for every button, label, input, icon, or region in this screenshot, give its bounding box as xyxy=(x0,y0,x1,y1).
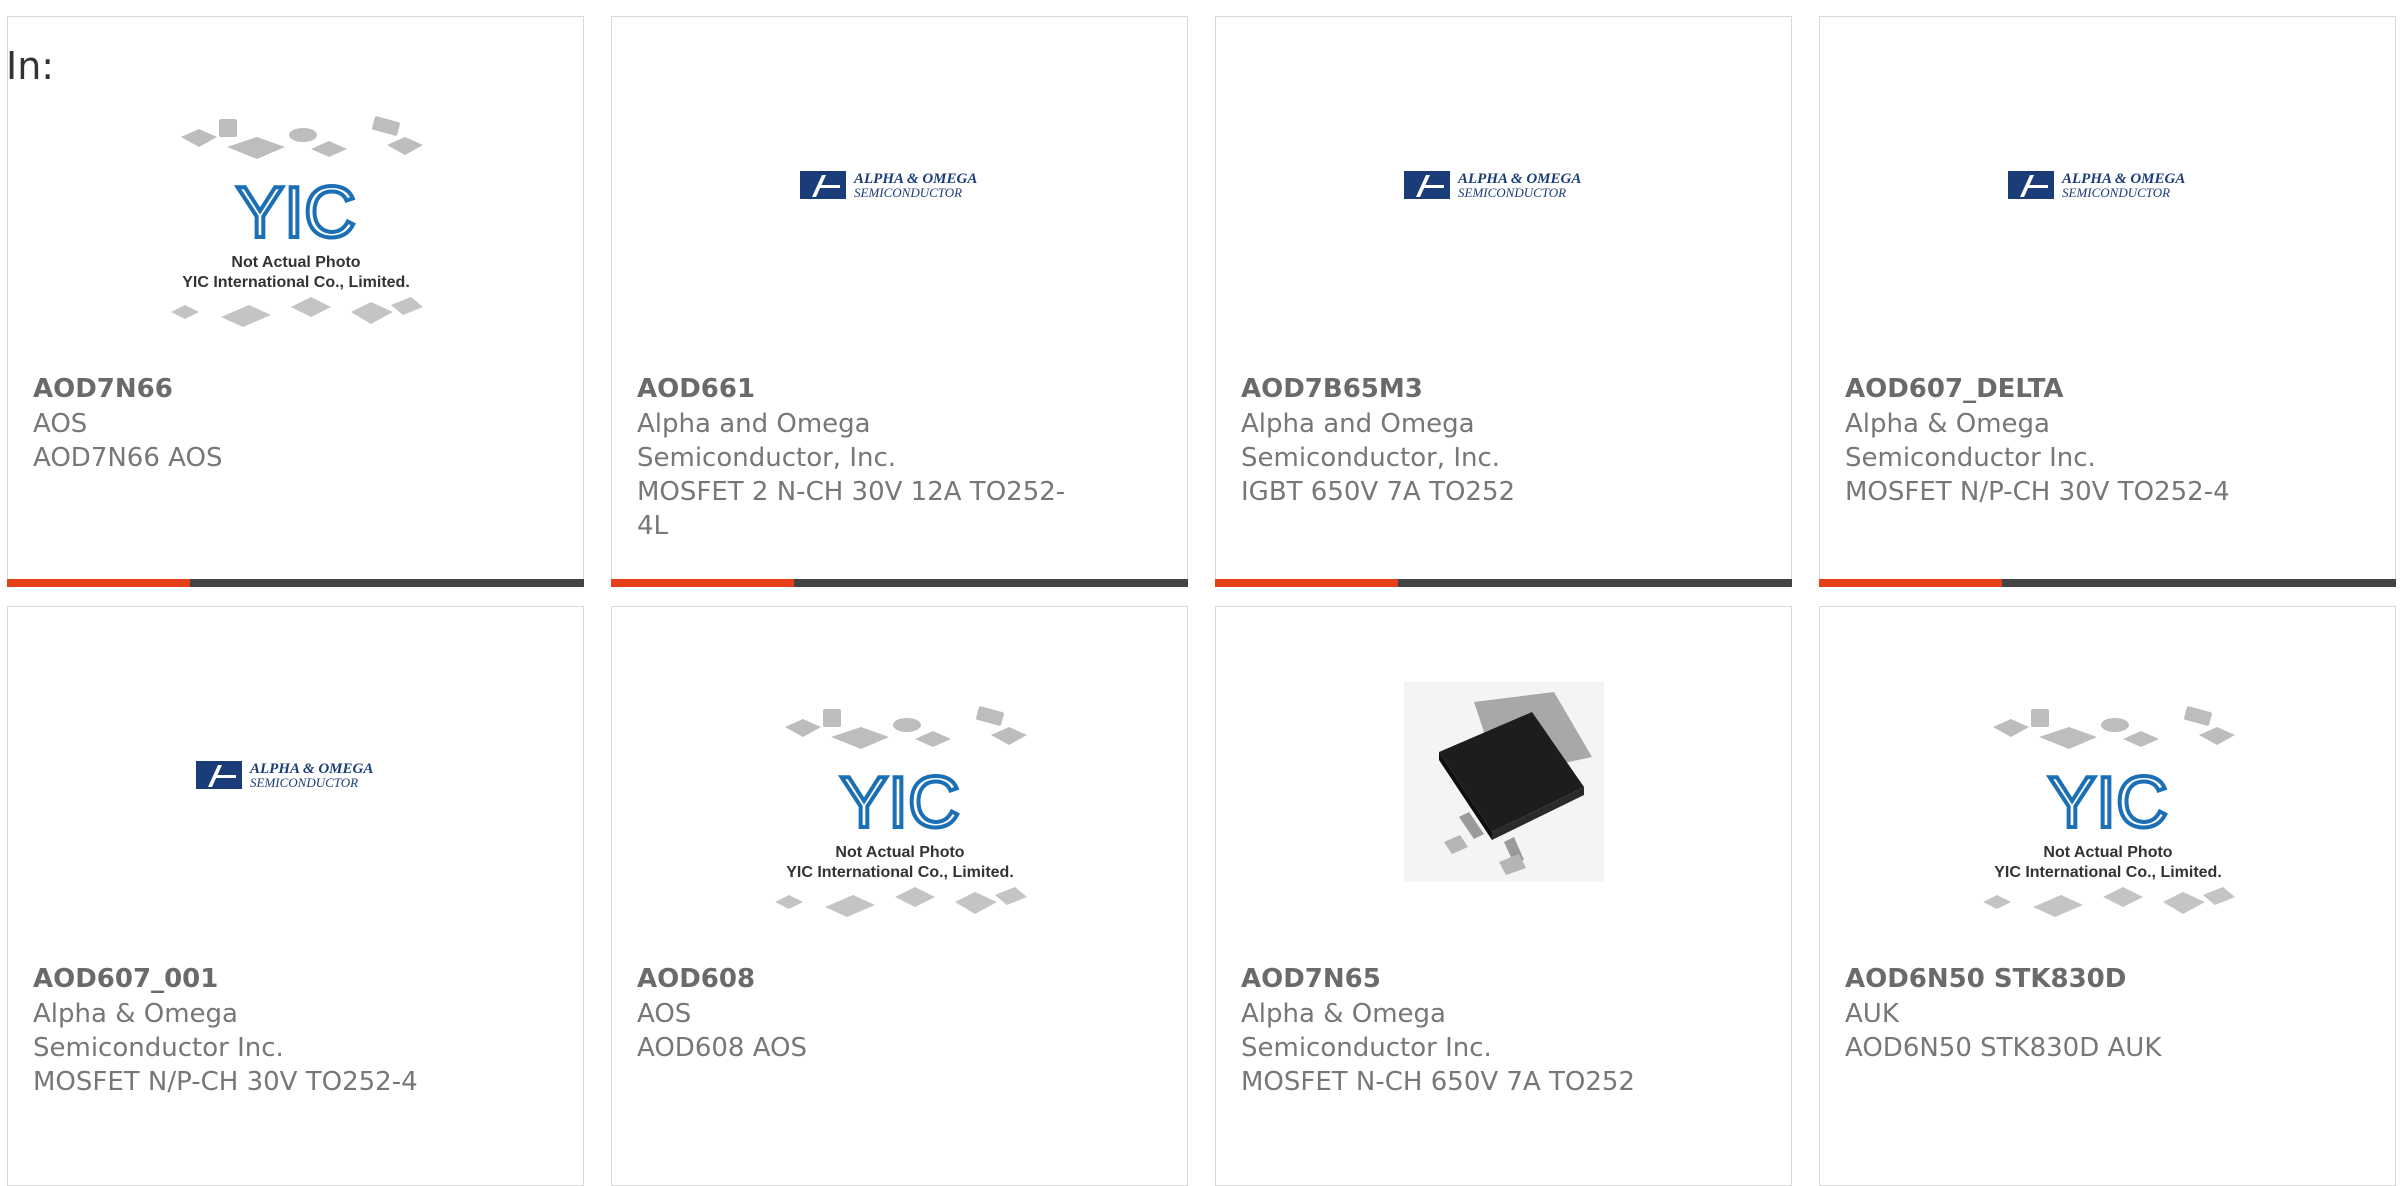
placeholder-line1: Not Actual Photo xyxy=(2043,844,2172,861)
product-card[interactable]: ALPHA & OMEGA SEMICONDUCTOR AOD7B65M3 Al… xyxy=(1215,16,1792,587)
product-description: MOSFET N-CH 650V 7A TO252 xyxy=(1241,1067,1635,1097)
aos-logo-image: ALPHA & OMEGA SEMICONDUCTOR xyxy=(1403,167,1604,203)
product-name[interactable]: AOD7N66 xyxy=(33,372,173,406)
product-manufacturer: Alpha & Omega Semiconductor Inc. xyxy=(1845,409,2096,473)
product-name[interactable]: AOD661 xyxy=(637,372,755,406)
placeholder-line2: YIC International Co., Limited. xyxy=(786,864,1014,881)
to252-package-image xyxy=(1403,682,1604,882)
placeholder-line1: Not Actual Photo xyxy=(231,254,360,271)
yic-placeholder-image: YIC Not Actual Photo YIC International C… xyxy=(161,107,431,342)
product-description: MOSFET 2 N-CH 30V 12A TO252-4L xyxy=(637,477,1066,541)
aos-logo-image: ALPHA & OMEGA SEMICONDUCTOR xyxy=(2007,167,2208,203)
card-bottom-bar xyxy=(1819,579,2396,587)
product-manufacturer: Alpha & Omega Semiconductor Inc. xyxy=(1241,999,1492,1063)
product-card[interactable]: YIC Not Actual Photo YIC International C… xyxy=(611,606,1188,1186)
aos-logo-image: ALPHA & OMEGA SEMICONDUCTOR xyxy=(799,167,1000,203)
product-card[interactable]: ALPHA & OMEGA SEMICONDUCTOR AOD661 Alpha… xyxy=(611,16,1188,587)
aos-logo-line2: SEMICONDUCTOR xyxy=(2062,185,2170,200)
aos-logo-line2: SEMICONDUCTOR xyxy=(854,185,962,200)
product-description: AOD7N66 AOS xyxy=(33,443,223,473)
yic-placeholder-image: YIC Not Actual Photo YIC International C… xyxy=(1973,697,2243,932)
product-card[interactable]: AOD7N65 Alpha & Omega Semiconductor Inc.… xyxy=(1215,606,1792,1186)
product-manufacturer: AOS xyxy=(637,999,692,1029)
product-name[interactable]: AOD607_DELTA xyxy=(1845,372,2064,406)
card-bottom-bar xyxy=(1215,579,1792,587)
aos-logo-line2: SEMICONDUCTOR xyxy=(1458,185,1566,200)
product-manufacturer: Alpha and Omega Semiconductor, Inc. xyxy=(1241,409,1501,473)
product-name[interactable]: AOD607_001 xyxy=(33,962,218,996)
product-name[interactable]: AOD608 xyxy=(637,962,755,996)
in-label: In: xyxy=(6,44,55,88)
product-description: AOD608 AOS xyxy=(637,1033,808,1063)
aos-logo-line2: SEMICONDUCTOR xyxy=(250,775,358,790)
placeholder-line2: YIC International Co., Limited. xyxy=(1994,864,2222,881)
card-bottom-bar xyxy=(611,579,1188,587)
svg-text:YIC: YIC xyxy=(839,763,959,843)
placeholder-line2: YIC International Co., Limited. xyxy=(182,274,410,291)
placeholder-line1: Not Actual Photo xyxy=(835,844,964,861)
card-bottom-bar xyxy=(7,579,584,587)
product-manufacturer: Alpha and Omega Semiconductor, Inc. xyxy=(637,409,897,473)
product-card[interactable]: YIC Not Actual Photo YIC International C… xyxy=(7,16,584,587)
product-description: IGBT 650V 7A TO252 xyxy=(1241,477,1516,507)
product-manufacturer: Alpha & Omega Semiconductor Inc. xyxy=(33,999,284,1063)
product-name[interactable]: AOD6N50 STK830D xyxy=(1845,962,2126,996)
product-name[interactable]: AOD7N65 xyxy=(1241,962,1381,996)
svg-text:YIC: YIC xyxy=(235,173,355,253)
aos-logo-image: ALPHA & OMEGA SEMICONDUCTOR xyxy=(195,757,396,793)
product-manufacturer: AOS xyxy=(33,409,88,439)
yic-placeholder-image: YIC Not Actual Photo YIC International C… xyxy=(765,697,1035,932)
product-card[interactable]: ALPHA & OMEGA SEMICONDUCTOR AOD607_DELTA… xyxy=(1819,16,2396,587)
product-name[interactable]: AOD7B65M3 xyxy=(1241,372,1423,406)
product-card[interactable]: YIC Not Actual Photo YIC International C… xyxy=(1819,606,2396,1186)
product-card[interactable]: ALPHA & OMEGA SEMICONDUCTOR AOD607_001 A… xyxy=(7,606,584,1186)
product-description: MOSFET N/P-CH 30V TO252-4 xyxy=(1845,477,2230,507)
product-description: MOSFET N/P-CH 30V TO252-4 xyxy=(33,1067,418,1097)
product-description: AOD6N50 STK830D AUK xyxy=(1845,1033,2162,1063)
svg-text:YIC: YIC xyxy=(2047,763,2167,843)
product-manufacturer: AUK xyxy=(1845,999,1899,1029)
